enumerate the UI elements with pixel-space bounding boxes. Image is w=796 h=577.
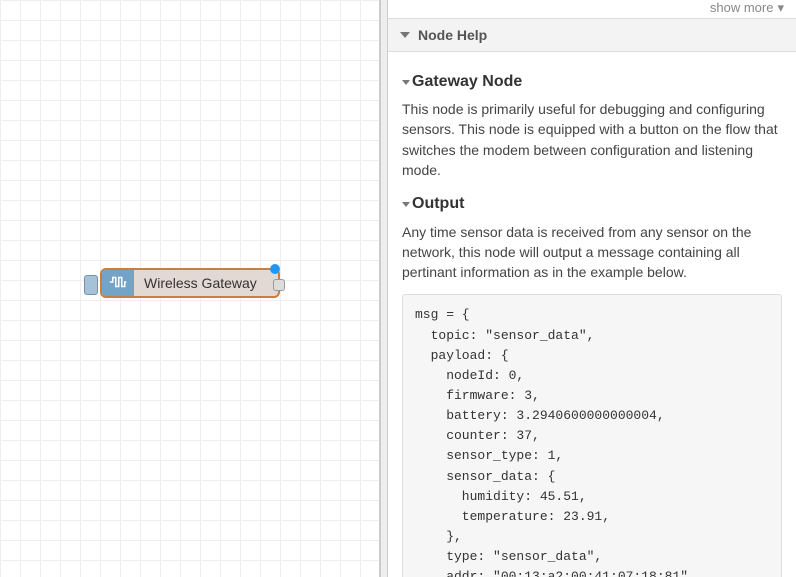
- node-icon: [102, 270, 134, 296]
- chevron-down-icon: [402, 202, 410, 207]
- panel-splitter[interactable]: [380, 0, 388, 577]
- flow-canvas[interactable]: Wireless Gateway: [0, 0, 380, 577]
- chevron-down-icon: ▾: [777, 0, 784, 16]
- node-label: Wireless Gateway: [134, 275, 278, 291]
- help-heading-output: Output: [402, 192, 782, 215]
- section-title: Node Help: [418, 27, 487, 43]
- help-heading-gateway-text: Gateway Node: [412, 73, 522, 90]
- chevron-down-icon: [400, 32, 410, 38]
- help-section-header[interactable]: Node Help: [388, 18, 796, 52]
- node-output-port[interactable]: [273, 279, 285, 291]
- gateway-node[interactable]: Wireless Gateway: [100, 268, 280, 298]
- help-content[interactable]: Gateway Node This node is primarily usef…: [388, 52, 796, 577]
- code-example: msg = { topic: "sensor_data", payload: {…: [402, 294, 782, 577]
- node-trigger-button[interactable]: [84, 275, 98, 295]
- show-more-link[interactable]: show more ▾: [388, 0, 796, 18]
- sidebar: show more ▾ Node Help Gateway Node This …: [388, 0, 796, 577]
- waveform-icon: [109, 275, 127, 292]
- help-paragraph: Any time sensor data is received from an…: [402, 222, 782, 283]
- help-heading-output-text: Output: [412, 195, 464, 212]
- help-paragraph: This node is primarily useful for debugg…: [402, 99, 782, 180]
- node-changed-indicator: [270, 264, 280, 274]
- chevron-down-icon: [402, 80, 410, 85]
- help-heading-gateway: Gateway Node: [402, 70, 782, 93]
- show-more-label: show more: [710, 0, 774, 16]
